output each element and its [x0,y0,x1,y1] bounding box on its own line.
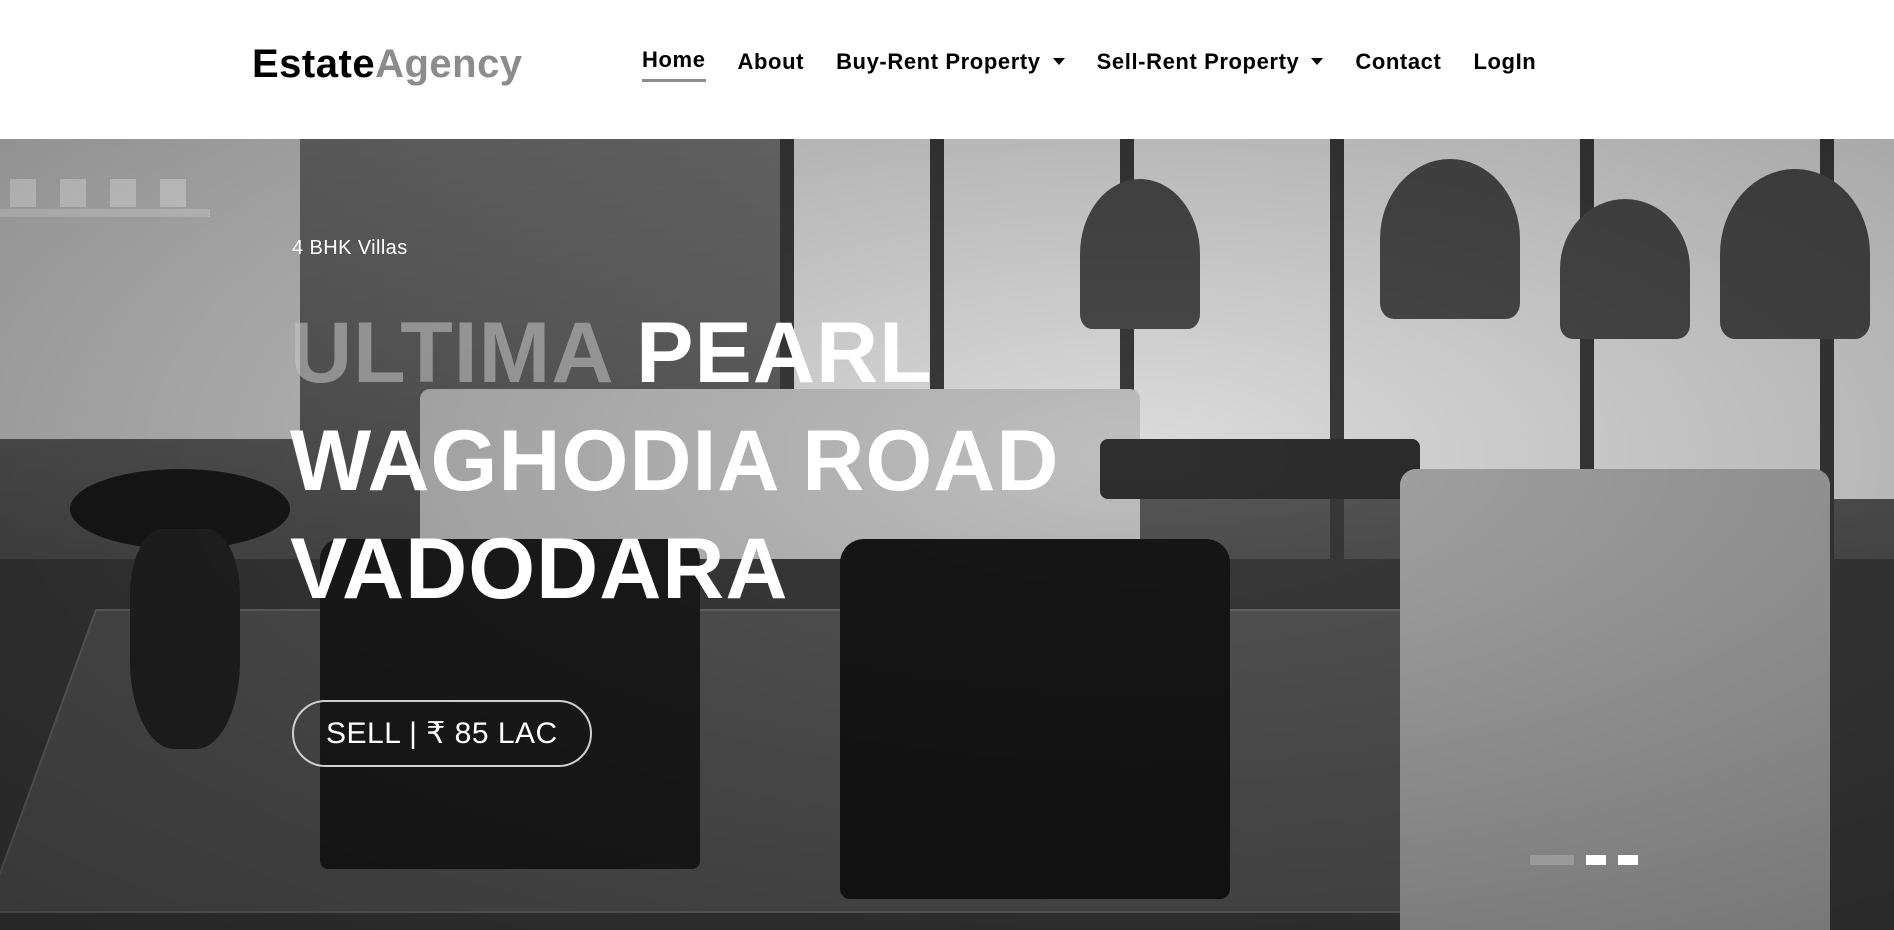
nav-menu: Home About Buy-Rent Property Sell-Rent P… [642,47,1568,82]
hero-title-dim-word: ULTIMA [290,305,612,401]
nav-item-buy-rent: Buy-Rent Property [836,49,1065,81]
nav-item-contact: Contact [1355,49,1441,81]
brand-agency: Agency [375,42,523,86]
hero-title-line1: PEARL [611,305,933,401]
nav-link-sell-rent-label: Sell-Rent Property [1096,48,1300,74]
hero-title: ULTIMA PEARL WAGHODIA ROAD VADODARA [290,299,1059,623]
nav-item-login: LogIn [1473,49,1536,81]
brand-logo[interactable]: EstateAgency [252,42,523,87]
top-navbar: EstateAgency Home About Buy-Rent Propert… [0,0,1894,139]
hero-subtitle: 4 BHK Villas [292,237,408,259]
price-button[interactable]: SELL | ₹ 85 LAC [292,700,592,767]
nav-link-about[interactable]: About [738,49,805,81]
hero-title-line3: VADODARA [290,521,789,617]
carousel-indicator-3[interactable] [1618,855,1638,865]
carousel-indicator-1[interactable] [1530,855,1574,865]
nav-link-home[interactable]: Home [642,47,706,82]
nav-link-buy-rent-dropdown[interactable]: Buy-Rent Property [836,49,1065,81]
brand-estate: Estate [252,42,376,86]
nav-link-contact[interactable]: Contact [1355,49,1441,81]
hero-carousel: 4 BHK Villas ULTIMA PEARL WAGHODIA ROAD … [0,139,1894,930]
nav-link-login[interactable]: LogIn [1473,49,1536,81]
nav-item-about: About [738,49,805,81]
nav-item-sell-rent: Sell-Rent Property [1097,49,1324,81]
carousel-indicator-2[interactable] [1586,855,1606,865]
nav-link-buy-rent-label: Buy-Rent Property [836,48,1041,74]
nav-item-home: Home [642,47,706,82]
caret-down-icon [1311,58,1324,65]
hero-title-line2: WAGHODIA ROAD [290,413,1060,509]
carousel-indicators [1530,855,1638,865]
nav-link-sell-rent-dropdown[interactable]: Sell-Rent Property [1097,49,1324,81]
caret-down-icon [1052,58,1065,65]
